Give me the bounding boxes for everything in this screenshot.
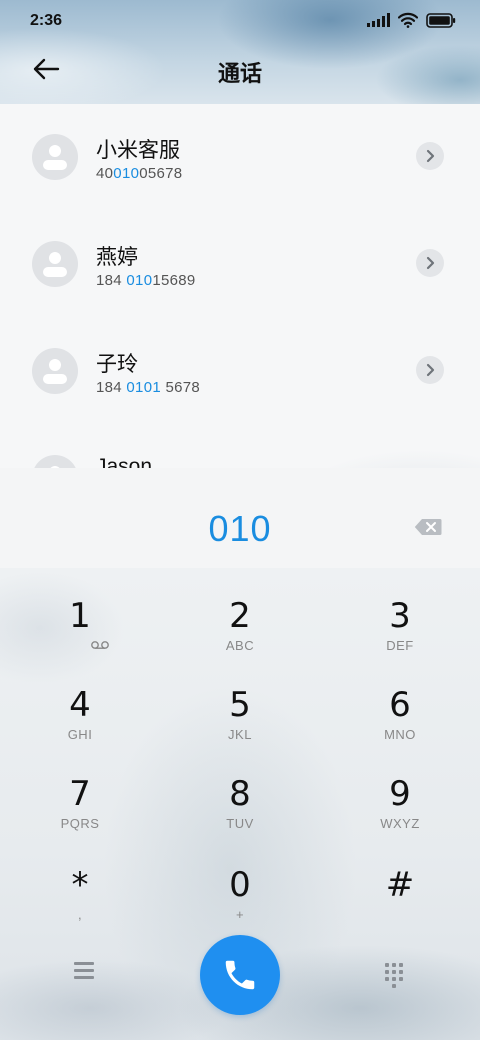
key-5[interactable]: 5 JKL	[180, 685, 300, 765]
avatar-icon	[32, 134, 78, 180]
key-letters: WXYZ	[380, 816, 420, 831]
avatar-icon	[32, 241, 78, 287]
contact-row[interactable]: 子玲 184 0101 5678	[0, 318, 480, 418]
key-letters: MNO	[384, 727, 416, 742]
number-match-highlight: 010	[126, 272, 153, 289]
status-bar: 2:36	[0, 0, 480, 40]
number-segment: 184	[96, 272, 127, 289]
key-star[interactable]: *,	[20, 865, 140, 945]
key-letters: ABC	[225, 638, 255, 653]
contact-number: 184 0101 5678	[96, 379, 200, 396]
key-digit: 5	[229, 685, 251, 725]
number-segment: 15689	[152, 272, 196, 289]
number-segment: 5678	[160, 379, 201, 396]
key-1[interactable]: 1	[20, 596, 140, 676]
phone-icon	[225, 960, 255, 990]
number-segment: 40	[96, 165, 114, 182]
call-button[interactable]	[200, 935, 280, 1015]
number-display: 010	[0, 468, 480, 568]
voicemail-icon	[91, 641, 109, 649]
chevron-right-icon	[426, 149, 435, 163]
contact-row[interactable]: Jason	[0, 425, 480, 470]
contact-row[interactable]: 小米客服 4001005678	[0, 104, 480, 204]
contact-name: 燕婷	[96, 246, 138, 269]
key-8[interactable]: 8 TUV	[180, 774, 300, 854]
signal-icon	[367, 13, 390, 27]
status-time: 2:36	[30, 12, 63, 29]
key-digit: 2	[229, 596, 251, 636]
contact-list[interactable]: 小米客服 4001005678 燕婷 184 01015689 子玲 184 0101 5…	[0, 104, 480, 470]
key-digit: #	[385, 865, 415, 905]
page-title: 通话	[217, 61, 262, 86]
contact-row[interactable]: 燕婷 184 01015689	[0, 211, 480, 311]
key-0[interactable]: 0 +	[180, 865, 300, 945]
key-digit: 1	[69, 596, 91, 636]
backspace-icon[interactable]	[414, 518, 442, 536]
key-letters: TUV	[226, 816, 254, 831]
avatar-icon	[32, 348, 78, 394]
number-match-highlight: 010	[113, 165, 140, 182]
key-digit: 8	[229, 774, 251, 814]
key-digit: 9	[389, 774, 411, 814]
number-match-highlight: 0101	[126, 379, 161, 396]
key-9[interactable]: 9 WXYZ	[340, 774, 460, 854]
chevron-right-icon	[426, 363, 435, 377]
contact-name: 小米客服	[96, 139, 180, 162]
number-segment: 184	[96, 379, 127, 396]
menu-icon[interactable]	[74, 962, 96, 982]
battery-icon	[426, 12, 456, 28]
key-3[interactable]: 3 DEF	[340, 596, 460, 676]
key-digit: 0	[229, 865, 251, 905]
contact-detail-button[interactable]	[416, 142, 444, 170]
key-6[interactable]: 6 MNO	[340, 685, 460, 765]
status-icons	[367, 12, 456, 28]
contact-number: 4001005678	[96, 165, 182, 182]
contact-detail-button[interactable]	[416, 356, 444, 384]
chevron-right-icon	[426, 256, 435, 270]
contact-number: 184 01015689	[96, 272, 196, 289]
key-letters: GHI	[67, 727, 93, 742]
key-2[interactable]: 2 ABC	[180, 596, 300, 676]
key-digit: 6	[389, 685, 411, 725]
key-4[interactable]: 4 GHI	[20, 685, 140, 765]
contact-detail-button[interactable]	[416, 249, 444, 277]
key-digit: 7	[69, 774, 91, 814]
key-letters: JKL	[228, 727, 252, 742]
key-letters: PQRS	[60, 816, 100, 831]
key-hash[interactable]: #	[340, 865, 460, 945]
number-segment: 05678	[139, 165, 183, 182]
entered-number: 010	[208, 508, 272, 549]
dialpad-icon[interactable]	[385, 963, 405, 988]
header: 2:36 通话	[0, 0, 480, 104]
key-7[interactable]: 7 PQRS	[20, 774, 140, 854]
key-digit: *	[71, 865, 89, 905]
key-digit: 4	[69, 685, 91, 725]
wifi-icon	[398, 12, 418, 28]
key-digit: 3	[389, 596, 411, 636]
key-letters: +	[235, 907, 245, 922]
key-letters: DEF	[386, 638, 414, 653]
key-letters: ,	[77, 907, 83, 922]
contact-name: 子玲	[96, 353, 138, 376]
